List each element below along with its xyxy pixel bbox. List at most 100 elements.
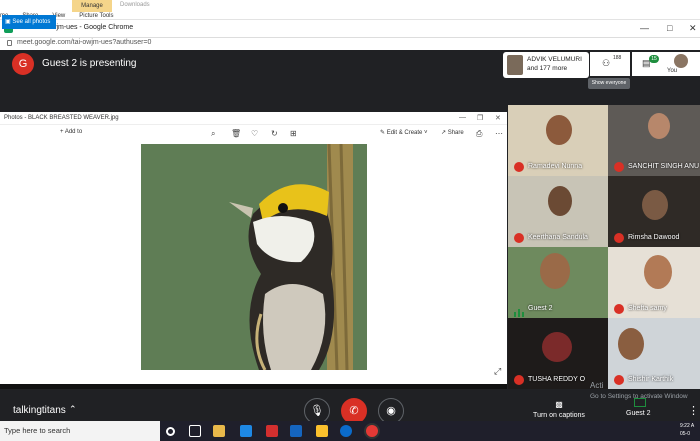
photos-minimize-icon[interactable]: —: [459, 114, 466, 121]
edit-create-button[interactable]: ✎ Edit & Create ˅: [380, 129, 428, 136]
mic-off-icon: [614, 162, 624, 172]
mic-off-icon: [514, 162, 524, 172]
zoom-icon[interactable]: ⌕: [211, 129, 215, 139]
maximize-icon[interactable]: □: [667, 23, 672, 33]
participant-tile[interactable]: Shishir Karthik: [608, 318, 700, 389]
favorite-icon[interactable]: ♡: [251, 129, 258, 138]
more-options-icon[interactable]: ⋮: [688, 404, 699, 417]
participant-face: [542, 332, 572, 362]
file-explorer-icon[interactable]: [213, 425, 225, 437]
task-view-icon[interactable]: [189, 425, 201, 437]
app-icon[interactable]: [266, 425, 278, 437]
sticky-notes-icon[interactable]: [316, 425, 328, 437]
share-button[interactable]: ↗ Share: [441, 129, 464, 136]
activate-line1: Acti: [590, 381, 604, 390]
mic-off-icon: [514, 375, 524, 385]
system-clock[interactable]: 9:22 A 05-0: [680, 422, 694, 438]
camera-icon: ◉: [386, 405, 396, 417]
delete-icon[interactable]: 🗑: [231, 129, 241, 138]
chat-button[interactable]: ▤ 15: [632, 52, 666, 76]
meeting-name[interactable]: talkingtitans: [13, 405, 66, 416]
chrome-titlebar: Meet - tai-owjm-ues - Google Chrome — □ …: [0, 20, 700, 38]
explorer-ribbon: Manage Downloads me Share View Picture T…: [0, 0, 700, 20]
edit-icon: ✎: [380, 130, 387, 136]
participant-face: [548, 186, 572, 216]
crop-icon[interactable]: ⊞: [290, 129, 297, 138]
participant-face: [644, 255, 672, 289]
people-button[interactable]: ⚇ 188: [590, 52, 630, 76]
chevron-up-icon[interactable]: ⌃: [69, 404, 77, 415]
participant-tile[interactable]: Guest 2: [508, 247, 608, 318]
mic-off-icon: [614, 304, 624, 314]
microphone-icon: 🎙: [310, 405, 324, 417]
tile-name: Keerthana Sandula: [528, 234, 588, 241]
edge-icon[interactable]: [240, 425, 252, 437]
participant-face: [642, 190, 668, 220]
rotate-icon[interactable]: ↻: [271, 129, 278, 138]
minimize-icon[interactable]: —: [640, 23, 649, 33]
browser-icon[interactable]: [340, 425, 352, 437]
add-to-button[interactable]: + Add to: [60, 129, 82, 135]
more-options-icon[interactable]: ⋯: [495, 129, 503, 138]
chrome-icon[interactable]: [366, 425, 378, 437]
clock-date: 05-0: [680, 431, 691, 437]
clock-time: 9:22 A: [680, 423, 695, 429]
close-icon[interactable]: ✕: [689, 23, 697, 34]
lock-icon: [7, 40, 12, 46]
presenting-button[interactable]: Guest 2: [626, 398, 651, 417]
outlook-icon[interactable]: [290, 425, 302, 437]
tile-name: Shefta samy: [628, 305, 667, 312]
participant-tile[interactable]: Keerthana Sandula: [508, 176, 608, 247]
tile-name: Ramadevi Nunna: [528, 163, 583, 170]
presenter-avatar: G: [12, 53, 34, 75]
participant-tile[interactable]: TUSHA REDDY O: [508, 318, 608, 389]
address-bar[interactable]: meet.google.com/tai-owjm-ues?authuser=0: [0, 38, 700, 50]
share-icon: ↗: [441, 130, 448, 136]
participant-face: [546, 115, 572, 145]
people-count: 188: [613, 55, 622, 61]
tile-name: TUSHA REDDY O: [528, 376, 586, 383]
edit-create-label: Edit & Create: [386, 130, 423, 136]
tooltip: Show everyone: [588, 78, 630, 89]
print-icon[interactable]: ⎙: [476, 129, 482, 139]
tile-name: Guest 2: [528, 305, 553, 312]
see-all-label: See all photos: [12, 19, 51, 25]
participants-chip[interactable]: ADVIK VELUMURI and 177 more: [503, 52, 589, 78]
participant-tile[interactable]: SANCHIT SINGH ANU: [608, 105, 700, 176]
add-to-label: Add to: [64, 129, 83, 135]
hang-up-icon: ✆: [349, 405, 359, 417]
presenting-text: Guest 2 is presenting: [42, 58, 137, 69]
present-icon: [634, 398, 646, 407]
mic-off-icon: [514, 233, 524, 243]
tile-name: Rimsha Dawood: [628, 234, 680, 241]
self-avatar: [674, 54, 688, 68]
self-view[interactable]: You: [666, 52, 700, 76]
photos-close-icon[interactable]: ✕: [495, 114, 501, 122]
presenting-label: Guest 2: [626, 410, 651, 417]
chat-badge: 15: [649, 55, 659, 63]
captions-button[interactable]: ▩ Turn on captions: [530, 400, 588, 419]
ribbon-tab-picture-tools[interactable]: Picture Tools: [79, 13, 113, 19]
photos-title: Photos - BLACK BREASTED WEAVER.jpg: [4, 115, 119, 121]
bird-photo: [141, 144, 367, 370]
you-label: You: [667, 68, 678, 74]
taskbar-search[interactable]: Type here to search: [0, 421, 160, 441]
see-all-photos-button[interactable]: ▣ See all photos: [2, 15, 56, 29]
mic-off-icon: [614, 233, 624, 243]
share-label: Share: [447, 130, 464, 136]
photos-restore-icon[interactable]: ❐: [477, 114, 483, 122]
people-icon: ⚇: [602, 58, 611, 68]
manage-tab[interactable]: Manage: [72, 0, 112, 12]
downloads-label: Downloads: [120, 2, 150, 8]
captions-icon: ▩: [555, 400, 563, 409]
url-text[interactable]: meet.google.com/tai-owjm-ues?authuser=0: [17, 39, 151, 46]
participant-tile[interactable]: Rimsha Dawood: [608, 176, 700, 247]
participant-face: [648, 113, 670, 139]
participant-avatar: [507, 55, 523, 75]
fullscreen-icon[interactable]: ⤢: [494, 366, 501, 377]
cortana-icon[interactable]: [166, 427, 175, 436]
participant-tile[interactable]: Shefta samy: [608, 247, 700, 318]
participant-face: [540, 253, 570, 289]
captions-label: Turn on captions: [533, 412, 585, 419]
participant-tile[interactable]: Ramadevi Nunna: [508, 105, 608, 176]
